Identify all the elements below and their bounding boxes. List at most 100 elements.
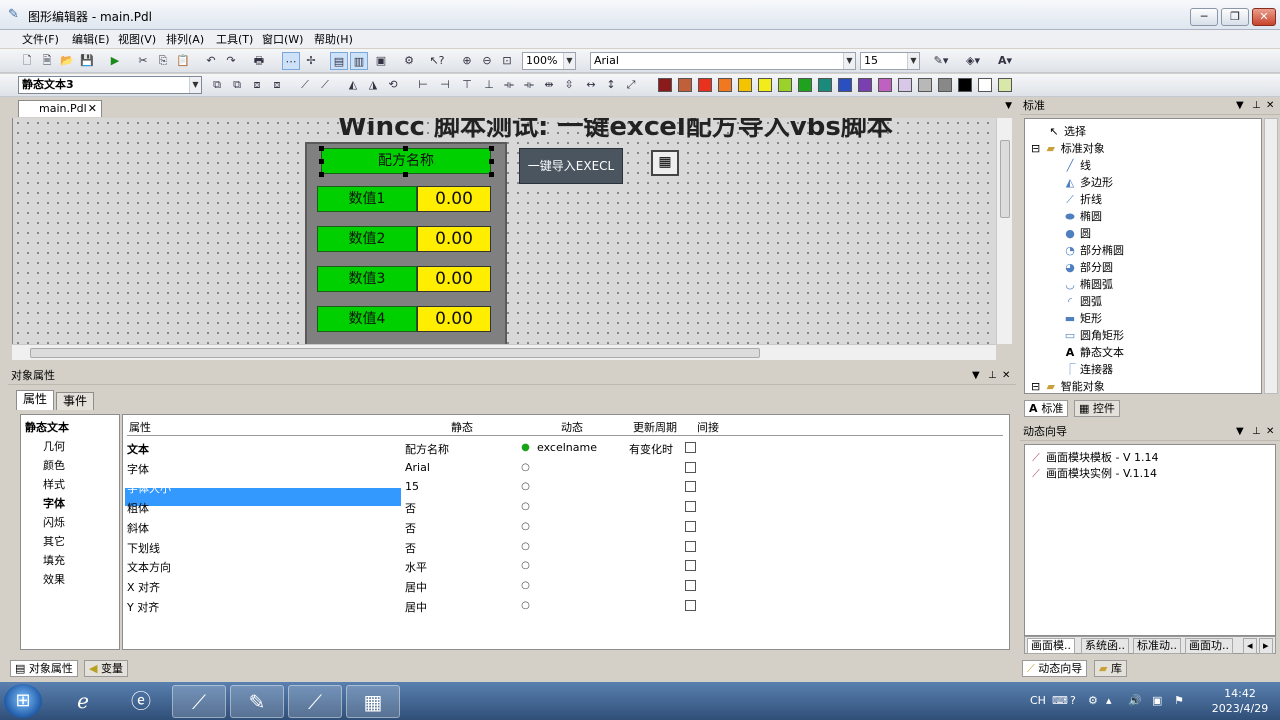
wincc-explorer-icon[interactable]: ⟋	[172, 685, 226, 718]
run-icon[interactable]: ▶	[106, 52, 124, 70]
column-header-static[interactable]: 静态	[451, 419, 473, 435]
chevron-down-icon[interactable]: ▼	[1236, 98, 1244, 114]
menu-view[interactable]: 视图(V)	[118, 31, 156, 47]
value-label-2[interactable]: 数值2	[317, 226, 417, 252]
print-icon[interactable]: 🖶	[250, 52, 268, 70]
tree-group-standard-objects[interactable]: ⊟ ▰ 标准对象	[1031, 140, 1105, 156]
tree-item-object[interactable]: ◜ 圆弧	[1063, 293, 1102, 309]
lightbulb-icon[interactable]: ○	[521, 481, 530, 493]
property-static-value[interactable]: 水平	[405, 559, 427, 575]
color-swatch[interactable]	[898, 78, 912, 92]
standard-tree-scrollbar[interactable]	[1264, 118, 1278, 394]
column-header-indirect[interactable]: 间接	[697, 419, 719, 435]
canvas-horizontal-scrollbar[interactable]	[12, 344, 996, 360]
same-size-icon[interactable]: ⤢	[622, 76, 640, 94]
close-icon[interactable]: ✕	[1002, 368, 1010, 384]
property-static-value[interactable]: 配方名称	[405, 441, 449, 457]
language-indicator[interactable]: CH	[1030, 694, 1046, 707]
undo-icon[interactable]: ↶	[202, 52, 220, 70]
indirect-checkbox[interactable]	[685, 442, 696, 453]
tree-item-object[interactable]: A 静态文本	[1063, 344, 1124, 360]
save-icon[interactable]: 💾	[78, 52, 96, 70]
scroll-thumb[interactable]	[30, 348, 760, 358]
snap-icon[interactable]: ✢	[302, 52, 320, 70]
selection-handle[interactable]	[489, 159, 494, 164]
property-name[interactable]: 字体	[127, 461, 149, 477]
pin-icon[interactable]: ⊥	[1252, 424, 1261, 440]
property-static-value[interactable]: 居中	[405, 579, 427, 595]
help-icon[interactable]: ?	[1070, 694, 1076, 707]
property-name[interactable]: 下划线	[127, 540, 160, 556]
property-dynamic-value[interactable]: excelname	[537, 441, 597, 454]
graphics-designer-icon[interactable]: ✎	[230, 685, 284, 718]
tab-variables[interactable]: ◀ 变量	[84, 660, 128, 677]
tab-system-functions[interactable]: 系统函..	[1081, 638, 1129, 654]
mirror-h-icon[interactable]: ◭	[344, 76, 362, 94]
property-name[interactable]: Y 对齐	[127, 599, 159, 615]
selection-handle[interactable]	[319, 159, 324, 164]
color-swatch[interactable]	[778, 78, 792, 92]
selection-handle[interactable]	[319, 146, 324, 151]
property-name[interactable]: 字体大小	[127, 480, 171, 496]
arrow-up-icon[interactable]: ▴	[1106, 694, 1112, 707]
color-swatch[interactable]	[758, 78, 772, 92]
tree-item-effects[interactable]: 效果	[43, 571, 65, 587]
object-selector[interactable]: 静态文本3 ▼	[18, 76, 202, 94]
library-icon[interactable]: ▣	[372, 52, 390, 70]
chevron-down-icon[interactable]: ▼	[1005, 101, 1012, 111]
connect-icon[interactable]: ⟋	[296, 76, 314, 94]
distribute-v-icon[interactable]: ⇳	[560, 76, 578, 94]
volume-icon[interactable]: 🔊	[1128, 694, 1142, 707]
selection-handle[interactable]	[489, 146, 494, 151]
column-header-update-cycle[interactable]: 更新周期	[633, 419, 677, 435]
recipe-name-label[interactable]: 配方名称	[321, 148, 491, 174]
property-name[interactable]: 文本	[127, 441, 149, 457]
color-swatch[interactable]	[938, 78, 952, 92]
menu-help[interactable]: 帮助(H)	[314, 31, 353, 47]
help-pointer-icon[interactable]: ↖?	[428, 52, 446, 70]
grid-icon[interactable]: ⋯	[282, 52, 300, 70]
tree-item-flashing[interactable]: 闪烁	[43, 514, 65, 530]
tab-screen-functions[interactable]: 画面功..	[1185, 638, 1233, 654]
layers-icon[interactable]: ▥	[350, 52, 368, 70]
property-name[interactable]: 斜体	[127, 520, 149, 536]
property-static-value[interactable]: 否	[405, 520, 416, 536]
selection-handle[interactable]	[489, 172, 494, 177]
scroll-thumb[interactable]	[1000, 140, 1010, 218]
chevron-down-icon[interactable]: ▼	[1236, 424, 1244, 440]
zoom-fit-icon[interactable]: ⊡	[498, 52, 516, 70]
cut-icon[interactable]: ✂	[134, 52, 152, 70]
property-static-value[interactable]: 15	[405, 480, 419, 493]
canvas-vertical-scrollbar[interactable]	[996, 118, 1012, 344]
value-field-4[interactable]: 0.00	[417, 306, 491, 332]
redo-icon[interactable]: ↷	[222, 52, 240, 70]
tab-dynamic-wizard[interactable]: ⟋ 动态向导	[1022, 660, 1088, 677]
paste-icon[interactable]: 📋	[174, 52, 192, 70]
font-size-combo[interactable]: 15 ▼	[860, 52, 920, 70]
flag-icon[interactable]: ⚑	[1174, 694, 1184, 707]
selection-handle[interactable]	[319, 172, 324, 177]
zoom-combo[interactable]: 100% ▼	[522, 52, 576, 70]
tree-item-object[interactable]: ╱ 线	[1063, 157, 1091, 173]
new-icon[interactable]: 🗋	[18, 52, 36, 70]
color-swatch[interactable]	[918, 78, 932, 92]
indirect-checkbox[interactable]	[685, 540, 696, 552]
tab-properties[interactable]: 属性	[16, 390, 55, 410]
color-swatch[interactable]	[698, 78, 712, 92]
value-label-4[interactable]: 数值4	[317, 306, 417, 332]
property-static-value[interactable]: Arial	[405, 461, 430, 474]
color-swatch[interactable]	[858, 78, 872, 92]
property-static-value[interactable]: 居中	[405, 599, 427, 615]
settings-icon[interactable]: ⚙	[1088, 694, 1098, 707]
wincc-runtime-icon[interactable]: ⟋	[288, 685, 342, 718]
color-swatch[interactable]	[998, 78, 1012, 92]
tree-item-select[interactable]: ↖ 选择	[1047, 123, 1086, 139]
line-color-icon[interactable]: ✎▾	[928, 52, 954, 70]
zoom-out-icon[interactable]: ⊖	[478, 52, 496, 70]
selection-handle[interactable]	[403, 172, 408, 177]
ie-icon[interactable]: ℯ	[56, 685, 110, 718]
tab-controls[interactable]: ▦ 控件	[1074, 400, 1120, 417]
wizard-item-instance[interactable]: ⟋ 画面模块实例 - V.1.14	[1029, 465, 1157, 481]
tab-main-pdl[interactable]: main.Pdl ✕	[18, 100, 102, 117]
lightbulb-icon[interactable]: ○	[521, 560, 530, 572]
